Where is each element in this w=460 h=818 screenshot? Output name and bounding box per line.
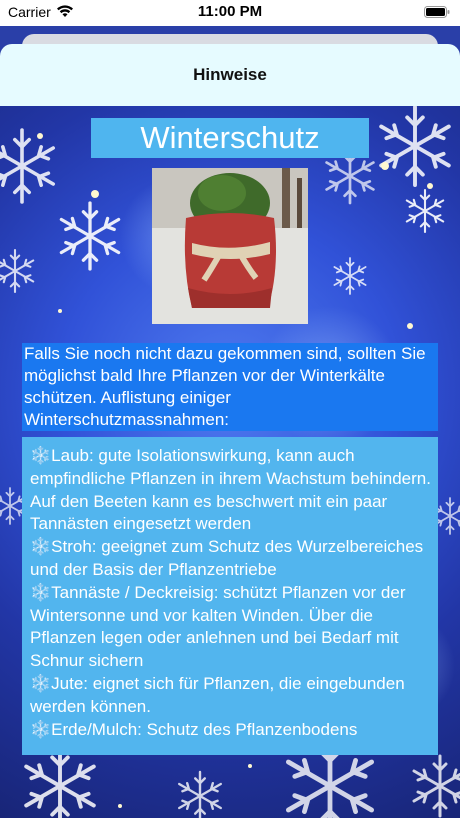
status-bar: Carrier 11:00 PM	[0, 0, 460, 26]
list-item: ❄️Laub: gute Isolationswirkung, kann auc…	[30, 446, 431, 534]
list-item: ❄️Erde/Mulch: Schutz des Pflanzenbodens	[30, 719, 358, 739]
intro-text: Falls Sie noch nicht dazu gekommen sind,…	[24, 344, 426, 429]
list-item: ❄️Tannäste / Deckreisig: schützt Pflanze…	[30, 582, 406, 671]
clock: 11:00 PM	[197, 3, 263, 20]
snowflake-icon: ❄️	[30, 446, 52, 465]
measures-list[interactable]: ❄️Laub: gute Isolationswirkung, kann auc…	[22, 437, 438, 755]
intro-box: Falls Sie noch nicht dazu gekommen sind,…	[22, 343, 438, 431]
snowflake-icon: ❄️	[30, 582, 52, 602]
sheet-title: Hinweise	[193, 65, 267, 84]
sheet-header: Hinweise	[0, 44, 460, 106]
snowflake-icon: ❄️	[30, 673, 52, 693]
snowflake-icon: ❄️	[30, 719, 52, 739]
list-item: ❄️Stroh: geeignet zum Schutz des Wurzelb…	[30, 537, 424, 579]
battery-icon	[424, 6, 450, 18]
winterschutz-photo	[152, 168, 308, 324]
list-item: ❄️Jute: eignet sich für Pflanzen, die ei…	[30, 673, 405, 716]
measures-list-text: ❄️Laub: gute Isolationswirkung, kann auc…	[30, 445, 436, 741]
snowflake-icon: ❄️	[30, 537, 52, 557]
heading-box: Winterschutz	[91, 118, 369, 158]
page-title: Winterschutz	[140, 120, 320, 155]
